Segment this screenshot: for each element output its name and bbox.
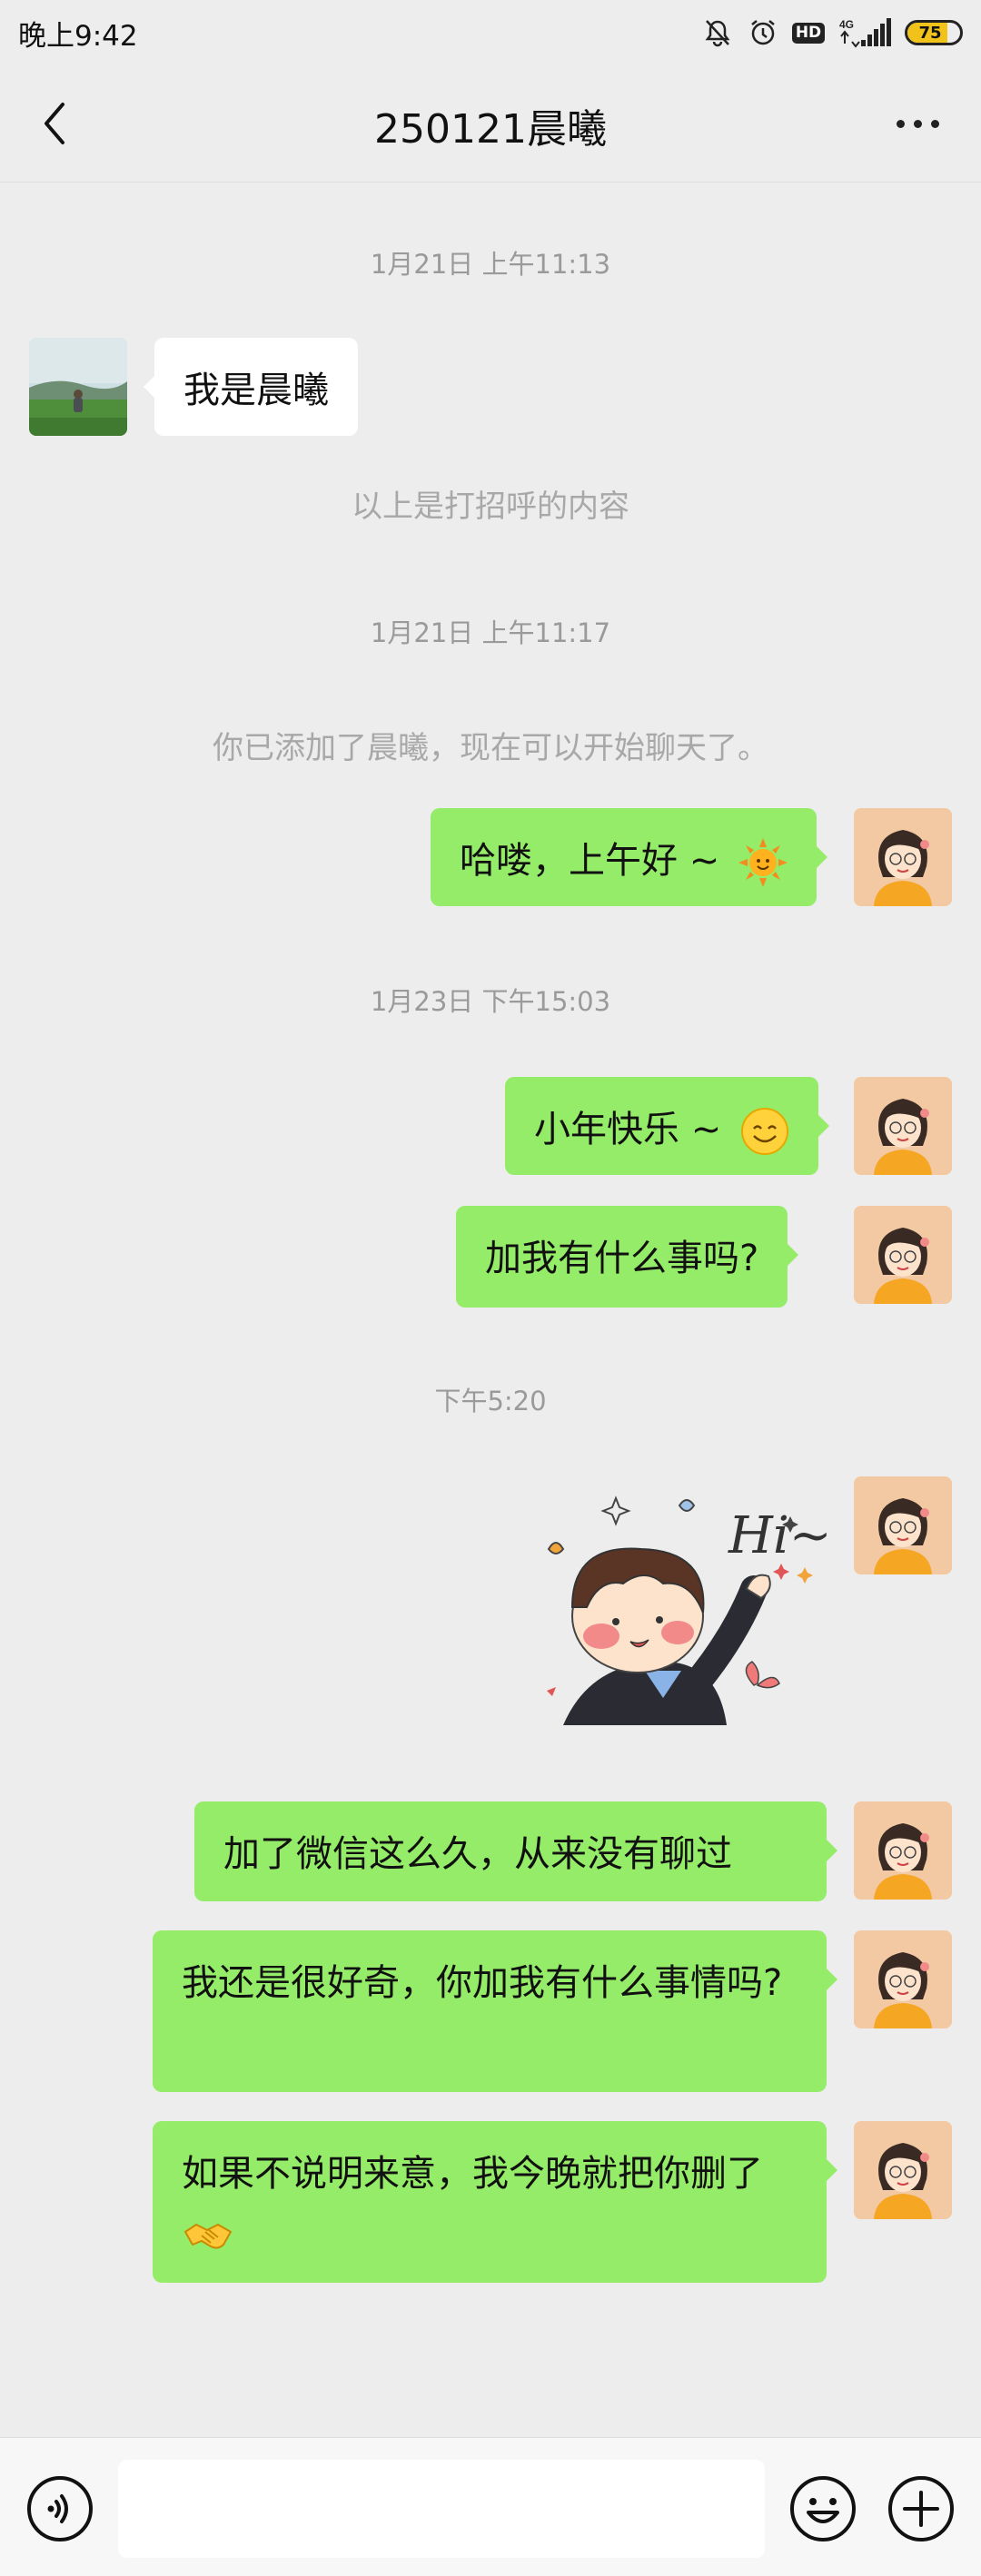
timestamp: 1月23日 下午15:03 [370, 986, 611, 1017]
system-notice: 你已添加了晨曦，现在可以开始聊天了。 [213, 730, 768, 766]
status-time: 晚上9:42 [18, 20, 138, 53]
message-outgoing[interactable]: 我还是很好奇，你加我有什么事情吗? [153, 1930, 837, 2092]
girl-avatar-icon [854, 1206, 952, 1304]
my-avatar[interactable] [854, 1930, 952, 2028]
battery-level: 75 [918, 23, 942, 43]
my-avatar[interactable] [854, 2121, 952, 2219]
landscape-photo-icon [29, 338, 127, 436]
chat-header: 250121晨曦 [0, 65, 981, 183]
chat-title: 250121晨曦 [374, 106, 607, 153]
battery-icon: 75 [905, 20, 963, 45]
my-avatar[interactable] [854, 808, 952, 906]
girl-avatar-icon [854, 808, 952, 906]
system-notice: 以上是打招呼的内容 [352, 489, 629, 525]
message-outgoing[interactable]: 哈喽，上午好 ~ [431, 808, 827, 906]
plus-circle-icon [888, 2476, 954, 2541]
mute-bell-icon [701, 16, 734, 49]
status-icons: HD 4G 75 [701, 13, 963, 53]
my-avatar[interactable] [854, 1476, 952, 1574]
status-bar: 晚上9:42 HD 4G 75 [0, 0, 981, 65]
boy-waving-sticker-icon: Hi~ [547, 1495, 832, 1725]
alarm-clock-icon [747, 16, 779, 49]
timestamp: 1月21日 上午11:17 [370, 617, 611, 648]
emoji-button[interactable] [788, 2474, 857, 2543]
more-dots-icon [896, 119, 905, 128]
girl-avatar-icon [854, 1077, 952, 1175]
voice-icon [27, 2476, 93, 2541]
more-button[interactable] [881, 96, 954, 151]
input-bar [0, 2437, 981, 2576]
message-input[interactable] [118, 2460, 765, 2558]
my-avatar[interactable] [854, 1077, 952, 1175]
message-outgoing[interactable]: 加我有什么事吗? [456, 1206, 799, 1308]
timestamp: 下午5:20 [434, 1386, 547, 1416]
message-outgoing[interactable]: 如果不说明来意，我今晚就把你删了 [153, 2121, 837, 2283]
smile-emoji-icon [740, 1108, 788, 1155]
hd-icon: HD [791, 16, 826, 49]
my-avatar[interactable] [854, 1206, 952, 1304]
plus-button[interactable] [887, 2474, 956, 2543]
girl-avatar-icon [854, 1476, 952, 1574]
handshake-emoji-icon [183, 2223, 233, 2249]
message-incoming[interactable]: 我是晨曦 [144, 338, 358, 436]
message-outgoing[interactable]: 加了微信这么久，从来没有聊过 [194, 1801, 837, 1901]
contact-avatar[interactable] [29, 338, 127, 436]
hi-sticker[interactable]: Hi~ [536, 1489, 836, 1743]
emoji-face-icon [790, 2476, 856, 2541]
sticker-text: Hi~ [728, 1506, 832, 1565]
girl-avatar-icon [854, 1930, 952, 2028]
sun-emoji-icon [738, 838, 788, 887]
chat-area[interactable]: 1月21日 上午11:13 我是晨曦 以上是打招呼的内容 1月21日 上午11:… [0, 182, 981, 2437]
girl-avatar-icon [854, 2121, 952, 2219]
girl-avatar-icon [854, 1801, 952, 1900]
signal-icon: 4G [837, 16, 892, 49]
my-avatar[interactable] [854, 1801, 952, 1900]
voice-button[interactable] [25, 2474, 94, 2543]
network-type: 4G [839, 18, 854, 31]
message-outgoing[interactable]: 小年快乐 ~ [505, 1077, 829, 1175]
timestamp: 1月21日 上午11:13 [370, 249, 611, 280]
